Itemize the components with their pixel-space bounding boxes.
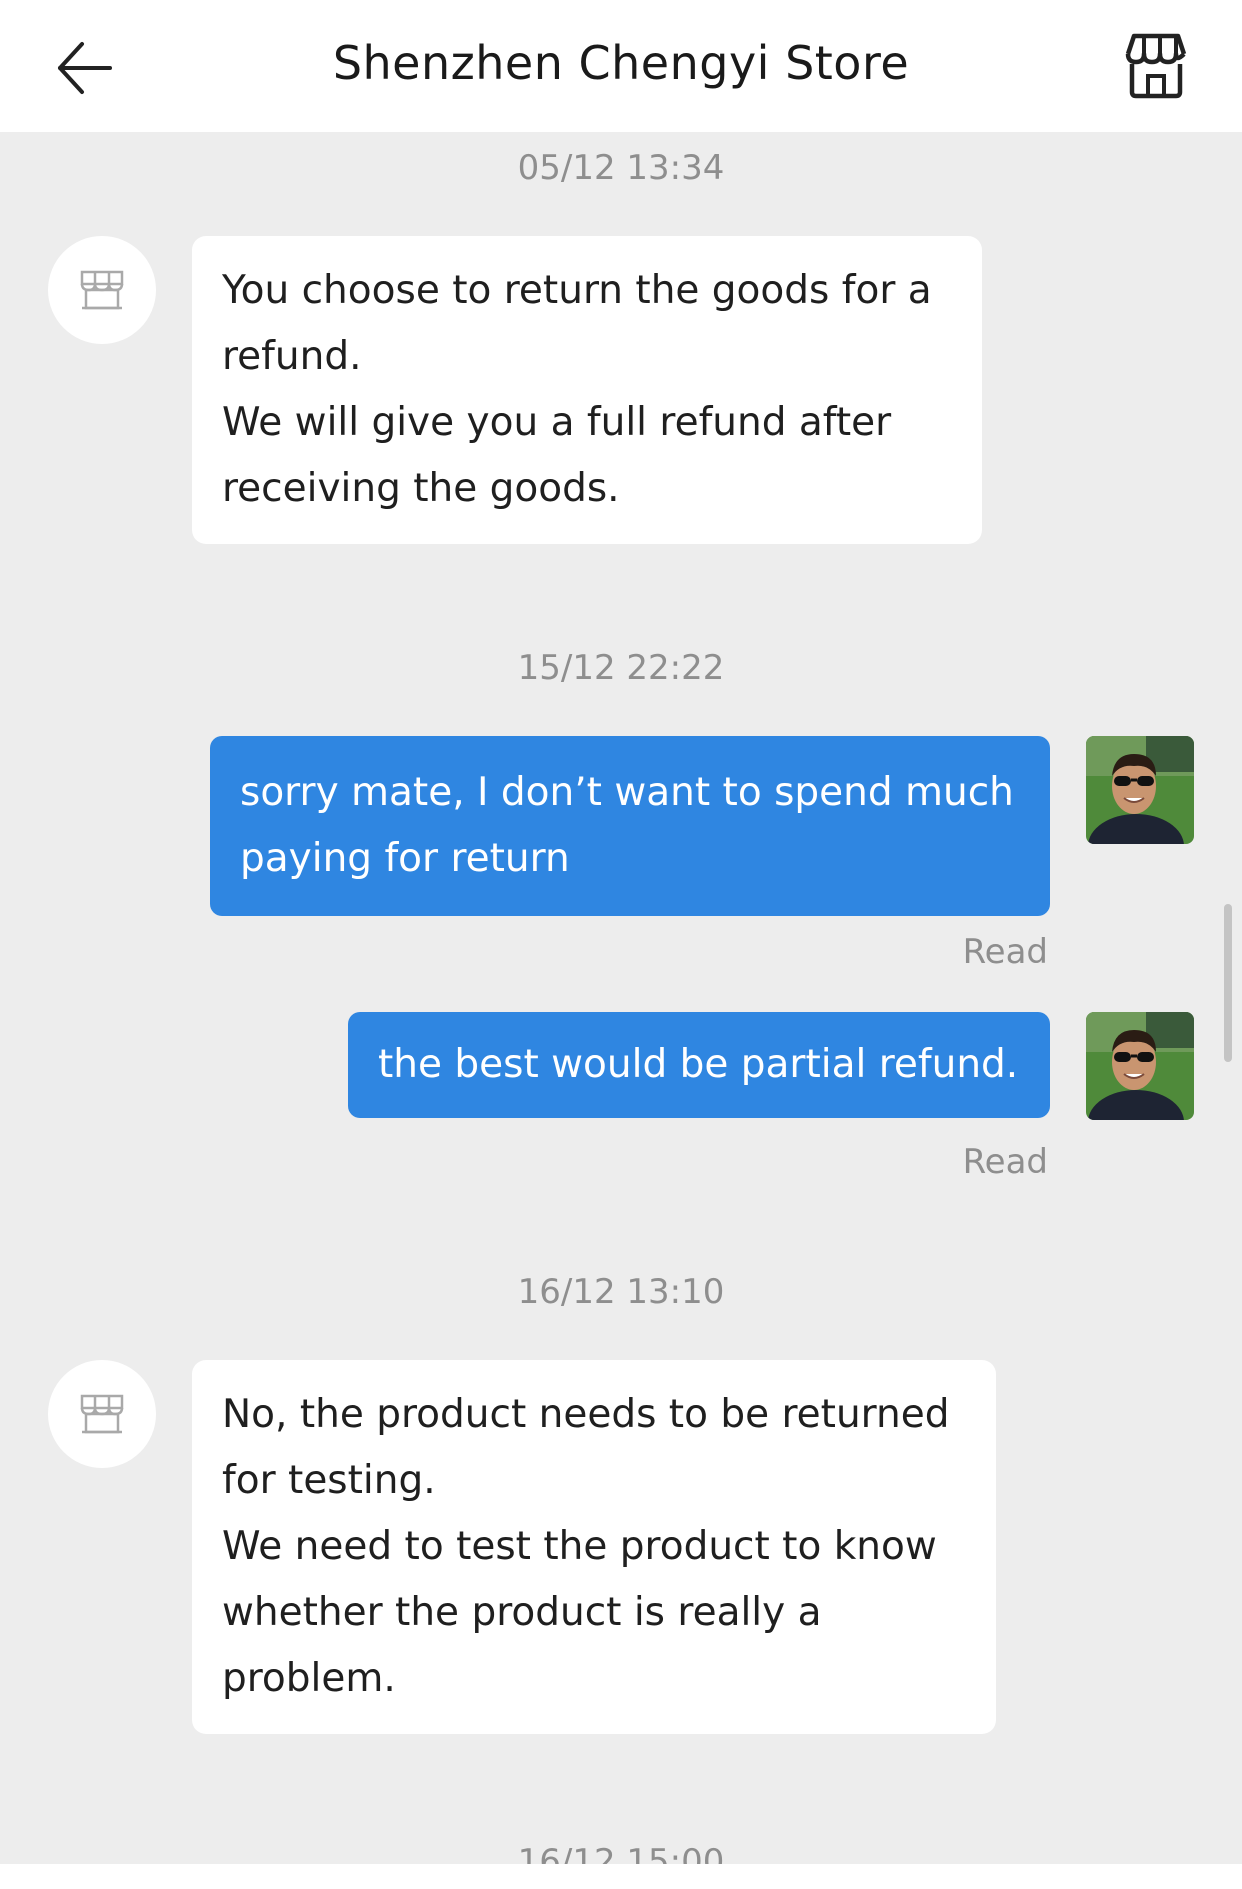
storefront-icon [80, 270, 124, 310]
storefront-icon [80, 1394, 124, 1434]
message-line: We will give you a full refund after [222, 400, 892, 445]
message-line: paying for return [240, 836, 570, 881]
message-line: No, the product needs to be returned [222, 1392, 950, 1437]
message-line: You choose to return the goods for a [222, 268, 932, 313]
message-list[interactable]: 05/12 13:34 You choose to return the goo… [0, 132, 1242, 1864]
message-timestamp: 05/12 13:34 [517, 148, 725, 188]
message-line: We need to test the product to know [222, 1524, 937, 1569]
read-status: Read [962, 1142, 1048, 1182]
message-line: for testing. [222, 1458, 436, 1503]
incoming-message-bubble[interactable]: No, the product needs to be returned for… [192, 1360, 996, 1734]
message-line: whether the product is really a [222, 1590, 822, 1635]
user-avatar[interactable] [1086, 1012, 1194, 1120]
chat-header: Shenzhen Chengyi Store [0, 0, 1242, 132]
message-line: receiving the goods. [222, 466, 620, 511]
storefront-icon [1125, 33, 1187, 99]
chat-screen: Shenzhen Chengyi Store 05/12 13:34 You c… [0, 0, 1242, 1889]
user-photo-icon [1086, 736, 1194, 844]
message-line: problem. [222, 1656, 396, 1701]
message-line: refund. [222, 334, 362, 379]
user-photo-icon [1086, 1012, 1194, 1120]
message-timestamp: 15/12 22:22 [517, 648, 725, 688]
store-name-title[interactable]: Shenzhen Chengyi Store [0, 36, 1242, 90]
message-line: sorry mate, I don’t want to spend much [240, 770, 1014, 815]
outgoing-message-bubble[interactable]: the best would be partial refund. [348, 1012, 1050, 1118]
message-timestamp: 16/12 13:10 [517, 1272, 725, 1312]
scrollbar[interactable] [1224, 904, 1232, 1062]
store-avatar[interactable] [48, 1360, 156, 1468]
outgoing-message-bubble[interactable]: sorry mate, I don’t want to spend much p… [210, 736, 1050, 916]
store-avatar[interactable] [48, 236, 156, 344]
bottom-bar [0, 1864, 1242, 1889]
message-line: the best would be partial refund. [378, 1042, 1019, 1087]
user-avatar[interactable] [1086, 736, 1194, 844]
store-button[interactable] [1120, 30, 1192, 102]
message-timestamp: 16/12 15:00 [517, 1842, 725, 1864]
incoming-message-bubble[interactable]: You choose to return the goods for a ref… [192, 236, 982, 544]
read-status: Read [962, 932, 1048, 972]
